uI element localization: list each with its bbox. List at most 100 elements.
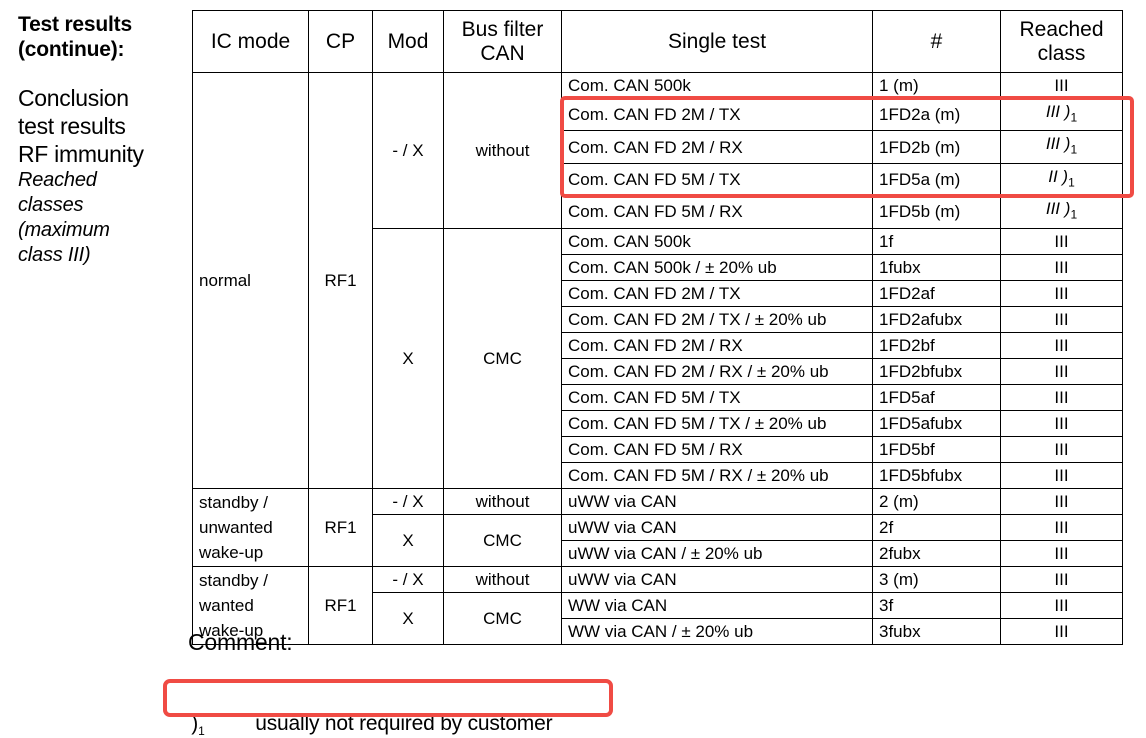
column-header-reached-class-line2: class bbox=[1037, 41, 1086, 65]
cell-reached-class: II )1 bbox=[1000, 162, 1123, 197]
table-body: normal RF1- / Xwithout Com. CAN 500k 1 (m) I… bbox=[192, 72, 1123, 645]
cell-single-test: Com. CAN 500k / ± 20% ub bbox=[561, 253, 873, 281]
reached-class-value: III bbox=[1045, 199, 1065, 219]
cell-reached-class: III bbox=[1000, 383, 1123, 411]
cell-number: 1FD2bf bbox=[872, 331, 1001, 359]
cell-number: 1 (m) bbox=[872, 72, 1001, 99]
reached-class-footnote-marker: )1 bbox=[1064, 134, 1078, 157]
column-header-mod: Mod bbox=[372, 10, 444, 73]
cell-single-test: Com. CAN 500k bbox=[561, 72, 873, 99]
cell-single-test: Com. CAN FD 5M / RX / ± 20% ub bbox=[561, 461, 873, 489]
cell-number: 3 (m) bbox=[872, 565, 1001, 593]
cell-number: 1FD5b (m) bbox=[872, 195, 1001, 229]
cell-ic-mode-line-1: standby / bbox=[199, 570, 268, 590]
cell-number: 1FD5bfubx bbox=[872, 461, 1001, 489]
cell-bus-filter: CMC bbox=[443, 591, 562, 645]
column-header-bus-filter-line2: CAN bbox=[480, 41, 525, 65]
cell-reached-class: III bbox=[1000, 487, 1123, 515]
cell-ic-mode-line-2: wanted bbox=[199, 595, 254, 615]
column-header-cp: CP bbox=[308, 10, 373, 73]
cell-single-test: Com. CAN FD 5M / TX bbox=[561, 162, 873, 197]
cell-reached-class: III bbox=[1000, 409, 1123, 437]
reached-class-footnote-marker: )1 bbox=[1062, 166, 1075, 190]
cell-number: 1FD5bf bbox=[872, 435, 1001, 463]
conclusion-line-3: RF immunity bbox=[18, 141, 144, 167]
cell-reached-class: III bbox=[1000, 331, 1123, 359]
cell-number: 1FD2a (m) bbox=[872, 97, 1001, 132]
cell-reached-class: III bbox=[1000, 617, 1123, 645]
column-header-reached-class-line1: Reached bbox=[1019, 17, 1104, 41]
cell-mod: X bbox=[372, 227, 444, 489]
cell-single-test: Com. CAN FD 2M / TX / ± 20% ub bbox=[561, 305, 873, 333]
comment-footnote-body: usually not required by customer bbox=[255, 712, 553, 735]
column-header-reached-class: Reached class bbox=[1000, 10, 1123, 73]
conclusion-heading: Conclusion test results RF immunity bbox=[18, 84, 188, 168]
cell-single-test: Com. CAN FD 5M / TX / ± 20% ub bbox=[561, 409, 873, 437]
cell-reached-class: III bbox=[1000, 72, 1123, 99]
cell-single-test: WW via CAN / ± 20% ub bbox=[561, 617, 873, 645]
cell-bus-filter: without bbox=[443, 487, 562, 515]
comment-label: Comment: bbox=[188, 629, 293, 655]
column-header-bus-filter-line1: Bus filter bbox=[461, 17, 544, 41]
cell-number: 3fubx bbox=[872, 617, 1001, 645]
column-header-number: # bbox=[872, 10, 1001, 73]
cell-bus-filter: CMC bbox=[443, 513, 562, 567]
cell-single-test: uWW via CAN / ± 20% ub bbox=[561, 539, 873, 567]
cell-single-test: uWW via CAN bbox=[561, 513, 873, 541]
page-title: Test results (continue): bbox=[18, 12, 188, 62]
cell-reached-class: III bbox=[1000, 357, 1123, 385]
table-row: normal RF1- / Xwithout Com. CAN 500k 1 (m) I… bbox=[192, 72, 1123, 489]
cell-reached-class: III bbox=[1000, 591, 1123, 619]
cell-reached-class: III bbox=[1000, 461, 1123, 489]
cell-ic-mode-line-3: wake-up bbox=[199, 542, 264, 562]
cell-number: 2fubx bbox=[872, 539, 1001, 567]
cell-bus-filter: without bbox=[443, 565, 562, 593]
test-results-table: IC mode CP Mod Bus filter CAN Single tes… bbox=[192, 10, 1123, 645]
cell-number: 2 (m) bbox=[872, 487, 1001, 515]
cell-mod: - / X bbox=[372, 565, 444, 593]
cell-number: 1FD2afubx bbox=[872, 305, 1001, 333]
cell-single-test: Com. CAN FD 5M / RX bbox=[561, 435, 873, 463]
cell-number: 3f bbox=[872, 591, 1001, 619]
cell-reached-class: III bbox=[1000, 227, 1123, 255]
cell-single-test: Com. CAN 500k bbox=[561, 227, 873, 255]
cell-number: 1FD5af bbox=[872, 383, 1001, 411]
cell-number: 1f bbox=[872, 227, 1001, 255]
cell-number: 1FD2bfubx bbox=[872, 357, 1001, 385]
page-title-line2: (continue): bbox=[18, 38, 125, 61]
cell-mod: X bbox=[372, 591, 444, 645]
cell-mod: X bbox=[372, 513, 444, 567]
cell-bus-filter: CMC bbox=[443, 227, 562, 489]
column-header-bus-filter: Bus filter CAN bbox=[443, 10, 562, 73]
comment-footnote-text: )1 usually not required by customer bbox=[180, 688, 552, 738]
column-header-single-test: Single test bbox=[561, 10, 873, 73]
cell-ic-mode-line-1: standby / bbox=[199, 492, 268, 512]
reached-classes-note: Reached classes (maximum class III) bbox=[18, 168, 188, 268]
cell-reached-class: III )1 bbox=[1000, 195, 1123, 229]
reached-class-footnote-marker: )1 bbox=[1064, 199, 1078, 222]
cell-cp: RF1 bbox=[308, 565, 373, 645]
cell-single-test: uWW via CAN bbox=[561, 565, 873, 593]
table-row: standby / unwanted wake-up RF1- / Xwithout u… bbox=[192, 487, 1123, 567]
cell-single-test: Com. CAN FD 5M / TX bbox=[561, 383, 873, 411]
cell-reached-class: III bbox=[1000, 513, 1123, 541]
cell-mod: - / X bbox=[372, 487, 444, 515]
cell-ic-mode-line-2: unwanted bbox=[199, 517, 273, 537]
cell-single-test: WW via CAN bbox=[561, 591, 873, 619]
cell-reached-class: III )1 bbox=[1000, 130, 1123, 164]
reached-class-footnote-marker: )1 bbox=[1064, 102, 1078, 125]
cell-reached-class: III bbox=[1000, 565, 1123, 593]
reached-note-line-3: (maximum bbox=[18, 219, 110, 241]
reached-note-line-2: classes bbox=[18, 194, 84, 216]
cell-number: 2f bbox=[872, 513, 1001, 541]
cell-reached-class: III bbox=[1000, 253, 1123, 281]
reached-note-line-1: Reached bbox=[18, 169, 97, 191]
cell-single-test: Com. CAN FD 2M / RX / ± 20% ub bbox=[561, 357, 873, 385]
cell-number: 1fubx bbox=[872, 253, 1001, 281]
page-title-line1: Test results bbox=[18, 13, 132, 36]
cell-reached-class: III bbox=[1000, 435, 1123, 463]
cell-ic-mode: normal bbox=[192, 72, 309, 489]
table-header-row: IC mode CP Mod Bus filter CAN Single tes… bbox=[192, 10, 1123, 73]
table-row: standby / wanted wake-up RF1- / Xwithout uWW… bbox=[192, 565, 1123, 645]
column-header-ic-mode: IC mode bbox=[192, 10, 309, 73]
